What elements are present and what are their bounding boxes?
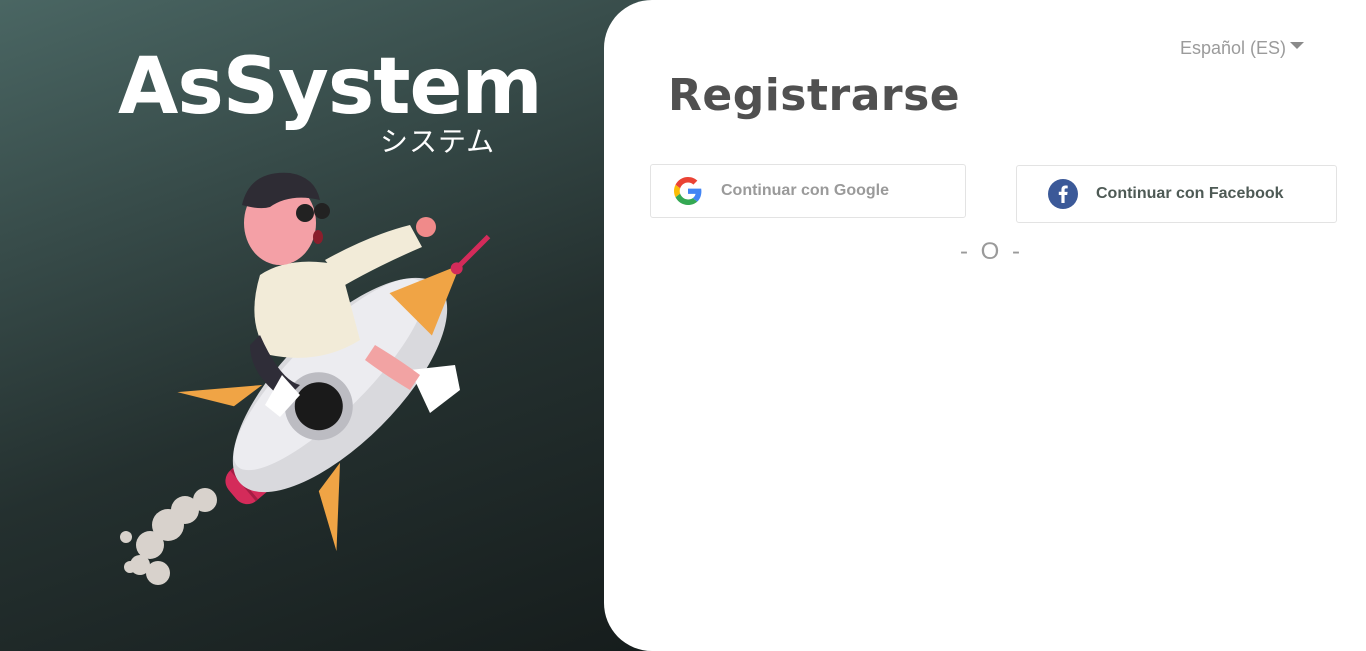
caret-down-icon — [1290, 42, 1304, 49]
rocket-rider-illustration — [120, 172, 491, 585]
facebook-signin-button[interactable]: Continuar con Facebook — [1016, 165, 1337, 223]
signup-page: AsSystem システム Español (ES) Registrarse C… — [0, 0, 1366, 651]
signup-card: Español (ES) Registrarse Continuar con G… — [604, 0, 1366, 651]
brand-logo-subtitle: システム — [380, 125, 496, 158]
brand-logo: AsSystem — [118, 42, 543, 132]
google-icon — [673, 176, 703, 206]
google-button-label: Continuar con Google — [721, 182, 889, 199]
page-title: Registrarse — [668, 70, 961, 121]
google-signin-button[interactable]: Continuar con Google — [650, 164, 966, 218]
facebook-button-label: Continuar con Facebook — [1096, 185, 1284, 202]
brand-panel: AsSystem システム — [0, 0, 650, 651]
or-divider: - O - — [960, 238, 1023, 265]
language-label: Español (ES) — [1179, 38, 1286, 58]
language-selector[interactable]: Español (ES) — [1180, 38, 1304, 59]
facebook-icon — [1048, 179, 1078, 209]
